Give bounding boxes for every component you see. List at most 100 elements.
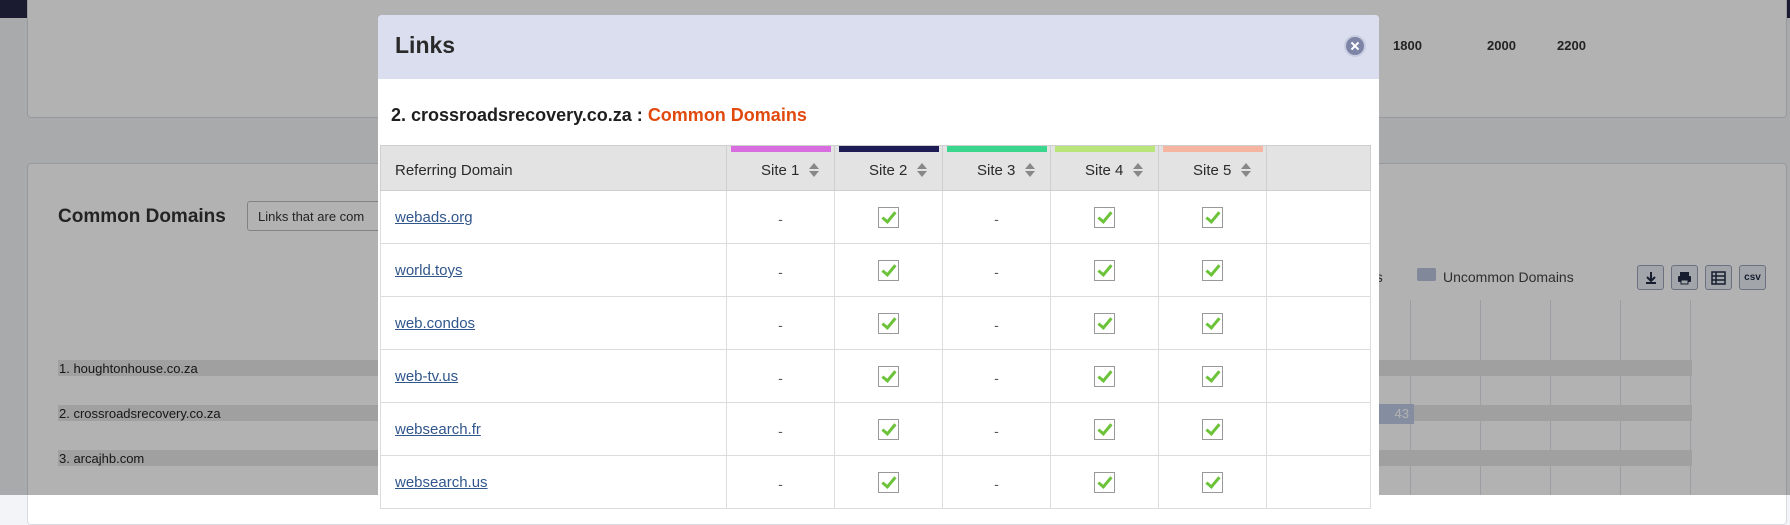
checkbox-checked-icon[interactable] (878, 313, 899, 334)
spacer-cell (1267, 244, 1372, 297)
site-3-cell: - (943, 456, 1051, 509)
column-label: Referring Domain (395, 162, 513, 179)
table-row: webads.org - - (380, 191, 1371, 244)
sort-icon[interactable] (809, 163, 819, 177)
not-linked-dash: - (778, 370, 783, 386)
site-2-cell (835, 456, 943, 509)
table-row: world.toys - - (380, 244, 1371, 297)
checkbox-checked-icon[interactable] (1094, 313, 1115, 334)
site-1-cell: - (727, 403, 835, 456)
checkbox-checked-icon[interactable] (1094, 260, 1115, 281)
table-row: web.condos - - (380, 297, 1371, 350)
not-linked-dash: - (778, 264, 783, 280)
sort-icon[interactable] (1025, 163, 1035, 177)
subtitle-site: 2. crossroadsrecovery.co.za : (391, 105, 648, 125)
site-5-cell (1159, 191, 1267, 244)
column-header-site-5[interactable]: Site 5 (1159, 146, 1267, 192)
site-3-cell: - (943, 350, 1051, 403)
site-5-cell (1159, 456, 1267, 509)
site-4-cell (1051, 191, 1159, 244)
checkbox-checked-icon[interactable] (1094, 419, 1115, 440)
checkbox-checked-icon[interactable] (1202, 260, 1223, 281)
site-5-cell (1159, 297, 1267, 350)
domain-link[interactable]: websearch.us (395, 474, 488, 491)
not-linked-dash: - (994, 264, 999, 280)
domain-link[interactable]: web.condos (395, 315, 475, 332)
checkbox-checked-icon[interactable] (1202, 472, 1223, 493)
site-5-cell (1159, 350, 1267, 403)
site-4-cell (1051, 350, 1159, 403)
table-row: web-tv.us - - (380, 350, 1371, 403)
links-modal: Links 2. crossroadsrecovery.co.za : Comm… (378, 15, 1379, 510)
sort-icon[interactable] (1241, 163, 1251, 177)
table-row: websearch.us - - (380, 456, 1371, 509)
column-header-referring-domain[interactable]: Referring Domain (381, 146, 727, 192)
site-5-cell (1159, 244, 1267, 297)
column-label: Site 4 (1085, 162, 1124, 179)
not-linked-dash: - (994, 423, 999, 439)
domain-cell: webads.org (381, 191, 727, 244)
column-header-site-4[interactable]: Site 4 (1051, 146, 1159, 192)
checkbox-checked-icon[interactable] (1202, 419, 1223, 440)
checkbox-checked-icon[interactable] (1094, 207, 1115, 228)
checkbox-checked-icon[interactable] (878, 472, 899, 493)
site-4-cell (1051, 297, 1159, 350)
sort-icon[interactable] (1133, 163, 1143, 177)
checkbox-checked-icon[interactable] (1094, 472, 1115, 493)
domain-link[interactable]: world.toys (395, 262, 463, 279)
spacer-cell (1267, 403, 1372, 456)
close-icon[interactable] (1344, 35, 1366, 57)
series-color-stripe (839, 146, 939, 152)
column-header-site-2[interactable]: Site 2 (835, 146, 943, 192)
site-3-cell: - (943, 191, 1051, 244)
domain-cell: websearch.fr (381, 403, 727, 456)
site-1-cell: - (727, 191, 835, 244)
site-1-cell: - (727, 244, 835, 297)
table-row: websearch.fr - - (380, 403, 1371, 456)
domain-cell: websearch.us (381, 456, 727, 509)
not-linked-dash: - (778, 317, 783, 333)
subtitle-accent: Common Domains (647, 105, 807, 125)
series-color-stripe (731, 146, 831, 152)
checkbox-checked-icon[interactable] (1202, 207, 1223, 228)
site-2-cell (835, 244, 943, 297)
checkbox-checked-icon[interactable] (878, 366, 899, 387)
not-linked-dash: - (994, 317, 999, 333)
not-linked-dash: - (778, 476, 783, 492)
site-4-cell (1051, 244, 1159, 297)
not-linked-dash: - (994, 476, 999, 492)
not-linked-dash: - (994, 211, 999, 227)
sort-icon[interactable] (917, 163, 927, 177)
column-header-spacer (1267, 146, 1372, 192)
column-label: Site 5 (1193, 162, 1232, 179)
not-linked-dash: - (994, 370, 999, 386)
column-header-site-1[interactable]: Site 1 (727, 146, 835, 192)
checkbox-checked-icon[interactable] (878, 207, 899, 228)
modal-title: Links (395, 32, 456, 58)
series-color-stripe (1055, 146, 1155, 152)
spacer-cell (1267, 350, 1372, 403)
column-label: Site 2 (869, 162, 908, 179)
site-2-cell (835, 403, 943, 456)
site-2-cell (835, 191, 943, 244)
spacer-cell (1267, 191, 1372, 244)
series-color-stripe (1163, 146, 1263, 152)
not-linked-dash: - (778, 211, 783, 227)
modal-header: Links (378, 15, 1379, 79)
checkbox-checked-icon[interactable] (878, 260, 899, 281)
domain-cell: web-tv.us (381, 350, 727, 403)
checkbox-checked-icon[interactable] (878, 419, 899, 440)
column-label: Site 1 (761, 162, 800, 179)
series-color-stripe (947, 146, 1047, 152)
site-2-cell (835, 297, 943, 350)
column-label: Site 3 (977, 162, 1016, 179)
checkbox-checked-icon[interactable] (1202, 313, 1223, 334)
domain-link[interactable]: websearch.fr (395, 421, 481, 438)
column-header-site-3[interactable]: Site 3 (943, 146, 1051, 192)
domain-link[interactable]: web-tv.us (395, 368, 458, 385)
checkbox-checked-icon[interactable] (1202, 366, 1223, 387)
checkbox-checked-icon[interactable] (1094, 366, 1115, 387)
domain-cell: web.condos (381, 297, 727, 350)
domain-link[interactable]: webads.org (395, 209, 473, 226)
not-linked-dash: - (778, 423, 783, 439)
